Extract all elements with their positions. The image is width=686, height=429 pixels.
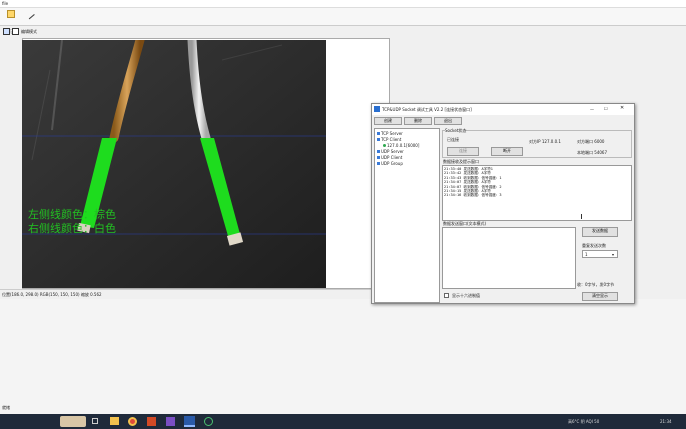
close-icon[interactable]: ✕ <box>620 106 624 111</box>
ready-text: 就绪 <box>2 405 10 410</box>
tree-item-udp-client[interactable]: UDP Client <box>377 155 402 160</box>
right-wire-color-text: 右侧线颜色：白色 <box>28 222 116 235</box>
node-icon <box>377 150 380 153</box>
desktop-screen: file 打开 编辑模式 左侧线颜色：棕色 右侧线颜色：白色 位置(186.0,… <box>0 0 686 429</box>
weather-widget-icon[interactable] <box>60 416 86 427</box>
hex-display-checkbox[interactable] <box>444 293 449 298</box>
repeat-count-label: 重复发送次数 <box>582 243 606 248</box>
left-wire-color-text: 左侧线颜色：棕色 <box>28 208 116 221</box>
send-data-button[interactable]: 发送数据 <box>582 227 618 237</box>
connection-tree: TCP Server TCP Client 127.0.0.1[6000] UD… <box>374 128 440 303</box>
wire-photo-svg <box>22 40 326 288</box>
wps-icon[interactable] <box>147 417 156 426</box>
file-explorer-icon[interactable] <box>110 417 119 425</box>
receive-log: 21:33:40 发送数据：A字符1 21:33:42 发送数据：A字符 21:33… <box>444 167 502 198</box>
main-statusbar: 位置(186.0, 298.0) RGB(150, 150, 150) 缩放 0… <box>0 289 390 299</box>
connect-button[interactable]: 连接 <box>447 147 479 156</box>
chrome-icon[interactable] <box>128 417 137 426</box>
clear-display-button[interactable]: 清空显示 <box>582 292 618 301</box>
receive-textarea[interactable]: 21:33:40 发送数据：A字符1 21:33:42 发送数据：A字符 21:33… <box>442 165 632 221</box>
socket-tool-titlebar: TCP&UDP Socket 调试工具 V2.2 [连接状态窗口] — ☐ ✕ <box>372 104 634 115</box>
text-cursor <box>581 214 582 219</box>
repeat-count-value: 1 <box>585 252 588 257</box>
byte-stats-text: 收：0字节，发0字节 <box>577 282 615 287</box>
node-icon <box>377 132 380 135</box>
delete-button[interactable]: 删除 <box>404 117 432 125</box>
edit-mode-button[interactable]: 编辑模式 <box>20 8 38 34</box>
app-icon <box>374 106 380 112</box>
tree-item-udp-server[interactable]: UDP Server <box>377 149 404 154</box>
view-tools <box>0 26 22 38</box>
exit-button[interactable]: 退出 <box>434 117 462 125</box>
pixel-info-text: 位置(186.0, 298.0) RGB(150, 150, 150) 缩放 0… <box>2 292 102 297</box>
tree-item-tcp-server[interactable]: TCP Server <box>377 131 403 136</box>
maximize-icon[interactable]: ☐ <box>604 106 608 111</box>
create-button[interactable]: 创建 <box>374 117 402 125</box>
minimize-icon[interactable]: — <box>590 107 594 112</box>
single-view-icon[interactable] <box>12 28 19 35</box>
grid-view-icon[interactable] <box>3 28 10 35</box>
node-icon <box>377 138 380 141</box>
taskbar: 高6°C 阴 AQI 50 21:34 <box>0 414 686 429</box>
connected-icon <box>383 144 386 147</box>
clock-text: 21:34 <box>660 419 672 424</box>
network-app-icon[interactable] <box>204 417 213 426</box>
node-icon <box>377 156 380 159</box>
receive-window-label: 数据接收及提示窗口 <box>443 159 479 164</box>
tree-item-tcp-client[interactable]: TCP Client <box>377 137 401 142</box>
peer-ip-label: 对方IP 127.0.0.1 <box>529 139 561 144</box>
socket-status-group: Socket状态 已连接 对方IP 127.0.0.1 对方端口 6000 本地… <box>442 128 632 158</box>
node-icon <box>377 162 380 165</box>
receive-log-line: 21:34:16 收到数据：信号强度：3 <box>444 193 502 198</box>
desktop-background: 就绪 <box>0 299 686 414</box>
socket-tool-title: TCP&UDP Socket 调试工具 V2.2 [连接状态窗口] <box>382 107 472 112</box>
main-toolbar: 打开 编辑模式 <box>0 8 686 34</box>
socket-tool-window: TCP&UDP Socket 调试工具 V2.2 [连接状态窗口] — ☐ ✕ … <box>371 103 635 304</box>
folder-icon <box>7 10 15 18</box>
local-port-label: 本地端口 54067 <box>577 150 607 155</box>
task-view-icon[interactable] <box>92 418 98 424</box>
socket-status-label: Socket状态 <box>445 128 467 133</box>
send-window-label: 数据发送窗口(文本模式) <box>443 221 487 226</box>
weather-text: 高6°C 阴 AQI 50 <box>568 419 600 424</box>
repeat-count-select[interactable]: 1 ▾ <box>582 250 618 258</box>
send-textarea[interactable] <box>442 227 576 289</box>
open-button[interactable]: 打开 <box>2 9 20 34</box>
tree-item-client-connection[interactable]: 127.0.0.1[6000] <box>383 143 419 148</box>
connected-label: 已连接 <box>447 137 459 142</box>
peer-port-label: 对方端口 6000 <box>577 139 605 144</box>
pencil-icon <box>23 8 35 20</box>
chevron-down-icon[interactable]: ▾ <box>612 252 614 257</box>
main-window-titlebar: file <box>0 0 686 8</box>
color-result-overlay: 左侧线颜色：棕色 右侧线颜色：白色 <box>28 208 116 236</box>
disconnect-button[interactable]: 断开 <box>491 147 523 156</box>
visual-studio-icon[interactable] <box>166 417 175 426</box>
edit-mode-button-label: 编辑模式 <box>21 29 37 34</box>
tree-item-udp-group[interactable]: UDP Group <box>377 161 403 166</box>
socket-tool-taskbar-icon[interactable] <box>184 416 195 427</box>
hex-display-label: 显示十六进制值 <box>452 293 480 298</box>
wire-photo: 左侧线颜色：棕色 右侧线颜色：白色 <box>22 40 326 288</box>
main-window-title: file <box>2 1 9 6</box>
